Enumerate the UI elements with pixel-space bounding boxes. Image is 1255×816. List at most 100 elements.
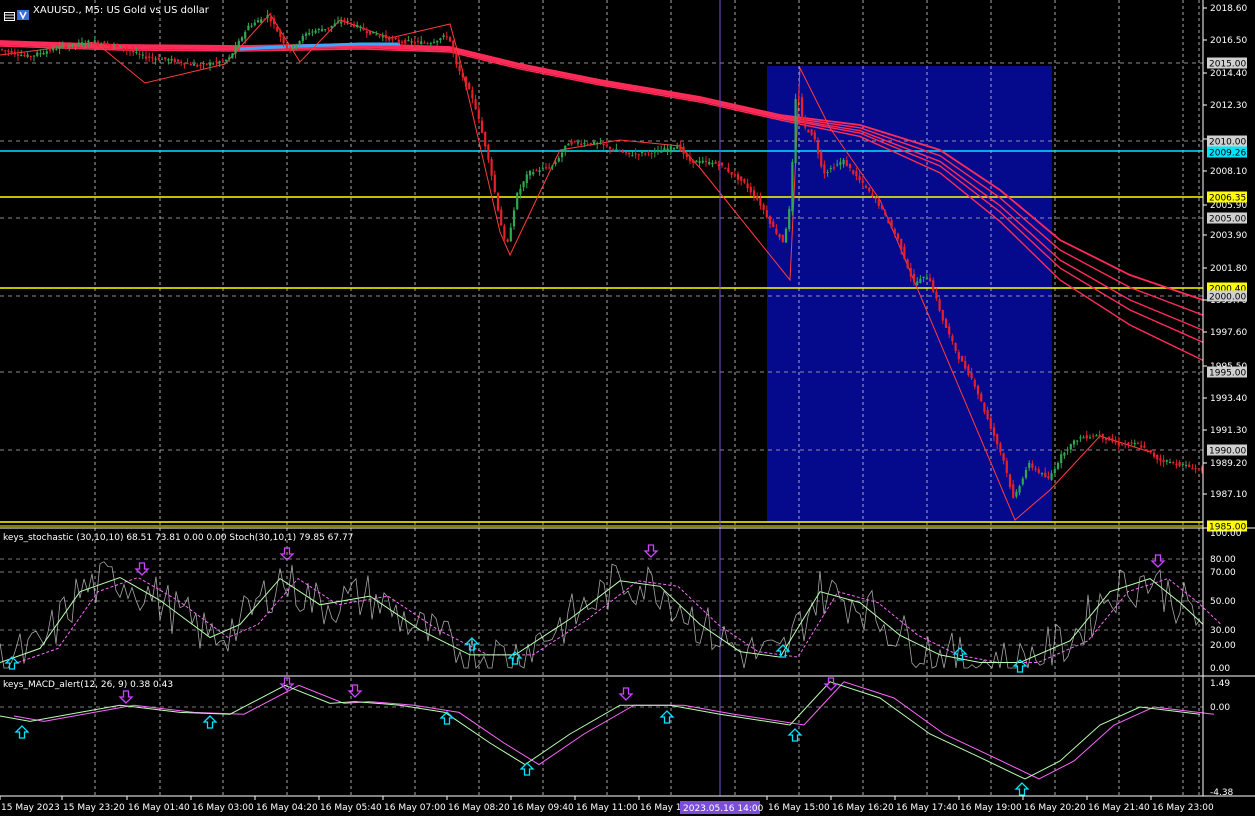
candle (800, 97, 804, 120)
candle (1044, 472, 1047, 478)
time-tick-label: 16 May 07:00 (384, 803, 446, 813)
candle (567, 143, 570, 146)
candle (826, 171, 829, 173)
candle (548, 167, 551, 169)
price-tick-label: 1989.20 (1210, 459, 1247, 469)
candle (519, 188, 522, 195)
candle (938, 299, 941, 311)
candle (1152, 452, 1156, 457)
candle (1085, 435, 1088, 439)
buy-arrow-icon (14, 725, 30, 739)
price-tick-label: 1991.30 (1210, 426, 1247, 436)
candle (976, 385, 980, 395)
candle (439, 38, 442, 41)
candle (26, 54, 29, 57)
buy-arrow-icon (1012, 659, 1028, 673)
buy-arrow-icon (519, 762, 535, 776)
candle (23, 55, 26, 57)
candle (797, 99, 800, 101)
candle (906, 259, 909, 268)
candle (186, 63, 189, 65)
candle (752, 190, 756, 197)
price-tick-label: 1987.10 (1210, 490, 1247, 500)
candle (516, 192, 519, 210)
candle (874, 198, 877, 200)
candle (1060, 454, 1063, 464)
candle (637, 154, 640, 156)
candle (176, 59, 180, 62)
candle (1136, 443, 1140, 445)
candle (1018, 486, 1021, 493)
candle (554, 162, 557, 165)
candle (669, 146, 672, 150)
stochastic-tick-label: 80.00 (1210, 555, 1236, 565)
chart-menu-icon[interactable] (4, 6, 15, 21)
macd-tick-label: 0.00 (1210, 703, 1230, 713)
sell-arrow-icon (643, 544, 659, 558)
candle (583, 143, 586, 145)
candle (1175, 463, 1178, 466)
candle (1159, 458, 1162, 461)
candle (183, 62, 186, 65)
candle (394, 37, 397, 39)
candle (720, 162, 724, 166)
candle (1197, 468, 1200, 470)
candle (948, 326, 951, 335)
candle (1005, 460, 1008, 473)
macd-subwindow (0, 677, 1215, 796)
price-level-label: 2009.26 (1209, 149, 1246, 159)
candle (794, 98, 797, 164)
candle (999, 443, 1002, 453)
candle (698, 160, 701, 163)
candle (487, 144, 490, 160)
candle (685, 153, 688, 158)
candle (413, 41, 416, 43)
time-tick-label: 16 May 08:20 (448, 803, 510, 813)
candle (852, 170, 855, 174)
candle (1040, 472, 1044, 474)
candle (544, 167, 548, 169)
candle (500, 209, 503, 226)
candle (340, 21, 343, 24)
candle (388, 36, 391, 41)
candle (295, 44, 298, 48)
candle (586, 144, 589, 146)
candle (893, 228, 896, 235)
highlight-rectangle (767, 66, 1052, 522)
candle (784, 228, 788, 243)
candle (535, 170, 538, 172)
candle (1015, 491, 1018, 497)
candle (426, 43, 429, 45)
candle (845, 160, 848, 167)
price-level-label: 2000.00 (1209, 293, 1246, 303)
candle (7, 50, 10, 52)
time-tick-label: 16 May 1 (640, 803, 682, 813)
candle (781, 234, 784, 242)
one-click-trading-icon[interactable] (17, 5, 29, 20)
candle (541, 167, 544, 169)
price-level-label: 1990.00 (1209, 447, 1246, 457)
candle (730, 171, 733, 175)
chart-canvas[interactable]: 2018.602016.502014.402012.302010.202008.… (0, 0, 1255, 816)
candle (829, 168, 832, 170)
candle (1111, 438, 1114, 442)
candle (61, 45, 64, 47)
candle (272, 18, 276, 25)
candle (64, 46, 68, 48)
candle (276, 27, 279, 32)
candle (868, 187, 871, 192)
candle (461, 72, 464, 78)
candle (919, 278, 922, 283)
candle (733, 174, 736, 176)
candle (372, 31, 375, 34)
candle (743, 179, 746, 183)
candle (551, 165, 554, 167)
candle (333, 23, 336, 27)
candle (676, 146, 679, 149)
candle (112, 44, 116, 46)
candle (100, 43, 103, 45)
candle (1072, 440, 1076, 445)
candle (970, 372, 973, 379)
candle (647, 151, 650, 153)
price-tick-label: 1997.60 (1210, 328, 1247, 338)
